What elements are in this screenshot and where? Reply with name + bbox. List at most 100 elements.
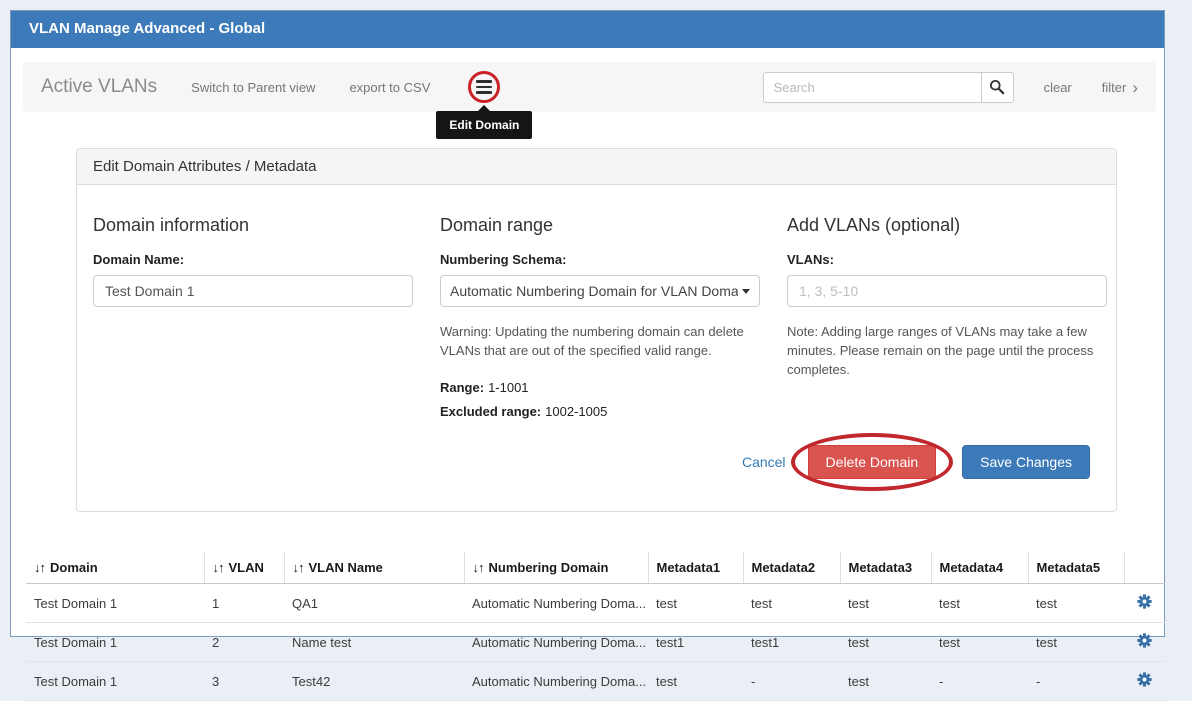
table-header-row: ↓↑ Domain ↓↑ VLAN ↓↑ VLAN Name ↓↑ Numbering …: [26, 552, 1165, 584]
range-block: Range: 1-1001 Excluded range: 1002-1005: [440, 379, 760, 421]
domain-name-field[interactable]: [93, 275, 413, 307]
sort-icon: ↓↑: [213, 560, 224, 575]
vlans-field[interactable]: [787, 275, 1107, 307]
excluded-range-line: Excluded range: 1002-1005: [440, 403, 760, 421]
column-header-numbering-domain[interactable]: ↓↑ Numbering Domain: [464, 552, 648, 584]
filter-label: filter: [1102, 80, 1127, 95]
range-line: Range: 1-1001: [440, 379, 760, 397]
cell-metadata5: -: [1028, 662, 1124, 701]
sort-icon: ↓↑: [473, 560, 484, 575]
export-to-csv-link[interactable]: export to CSV: [349, 80, 430, 95]
filter-link[interactable]: filter ›: [1102, 80, 1138, 95]
cell-metadata1: test: [648, 584, 743, 623]
vlan-table: ↓↑ Domain ↓↑ VLAN ↓↑ VLAN Name ↓↑ Numbering …: [26, 552, 1165, 701]
excluded-range-value: 1002-1005: [545, 404, 607, 419]
hamburger-menu-icon[interactable]: [468, 71, 500, 103]
edit-domain-tooltip: Edit Domain: [436, 111, 532, 139]
page-title: VLAN Manage Advanced - Global: [11, 11, 1164, 48]
domain-name-label: Domain Name:: [93, 252, 413, 267]
column-header-vlan-name[interactable]: ↓↑ VLAN Name: [284, 552, 464, 584]
add-vlans-heading: Add VLANs (optional): [787, 215, 1107, 236]
row-settings-gear-icon[interactable]: [1137, 672, 1152, 687]
search-input[interactable]: [763, 72, 981, 103]
tooltip-label: Edit Domain: [449, 118, 519, 132]
caret-down-icon: [742, 289, 750, 294]
edit-domain-panel-header: Edit Domain Attributes / Metadata: [77, 149, 1116, 185]
app-window: VLAN Manage Advanced - Global Active VLA…: [10, 10, 1165, 637]
domain-range-heading: Domain range: [440, 215, 760, 236]
column-header-metadata1: Metadata1: [648, 552, 743, 584]
numbering-domain-warning: Warning: Updating the numbering domain c…: [440, 323, 760, 361]
delete-domain-button[interactable]: Delete Domain: [808, 445, 937, 479]
cell-metadata4: test: [931, 584, 1028, 623]
panel-actions: Cancel Delete Domain Save Changes: [77, 421, 1116, 511]
edit-domain-panel-body: Domain information Domain Name: Domain r…: [77, 185, 1116, 421]
cell-vlan-name: Name test: [284, 623, 464, 662]
active-vlans-heading: Active VLANs: [41, 76, 157, 98]
delete-domain-wrap: Delete Domain: [808, 445, 937, 479]
cell-domain: Test Domain 1: [26, 623, 204, 662]
cell-metadata3: test: [840, 662, 931, 701]
cell-metadata5: test: [1028, 623, 1124, 662]
cell-vlan: 1: [204, 584, 284, 623]
column-label: Metadata3: [849, 560, 913, 575]
cell-metadata5: test: [1028, 584, 1124, 623]
search-icon: [989, 79, 1005, 95]
switch-to-parent-view-link[interactable]: Switch to Parent view: [191, 80, 315, 95]
cell-metadata4: -: [931, 662, 1028, 701]
column-label: VLAN Name: [309, 560, 383, 575]
numbering-schema-label: Numbering Schema:: [440, 252, 760, 267]
row-settings-gear-icon[interactable]: [1137, 594, 1152, 609]
column-header-metadata4: Metadata4: [931, 552, 1028, 584]
column-header-domain[interactable]: ↓↑ Domain: [26, 552, 204, 584]
domain-information-column: Domain information Domain Name:: [93, 209, 413, 421]
column-header-metadata2: Metadata2: [743, 552, 840, 584]
cell-metadata4: test: [931, 623, 1028, 662]
row-settings-gear-icon[interactable]: [1137, 633, 1152, 648]
column-header-metadata5: Metadata5: [1028, 552, 1124, 584]
cancel-link[interactable]: Cancel: [742, 454, 786, 470]
column-label: Domain: [50, 560, 98, 575]
column-header-metadata3: Metadata3: [840, 552, 931, 584]
column-label: VLAN: [229, 560, 264, 575]
domain-information-heading: Domain information: [93, 215, 413, 236]
cell-vlan-name: Test42: [284, 662, 464, 701]
add-vlans-column: Add VLANs (optional) VLANs: Note: Adding…: [787, 209, 1107, 421]
hamburger-bar: [476, 91, 492, 94]
edit-domain-panel: Edit Domain Attributes / Metadata Domain…: [76, 148, 1117, 512]
cell-metadata1: test1: [648, 623, 743, 662]
cell-numbering-domain: Automatic Numbering Doma...: [464, 662, 648, 701]
chevron-right-icon: ›: [1132, 78, 1138, 97]
column-header-vlan[interactable]: ↓↑ VLAN: [204, 552, 284, 584]
search-group: clear filter ›: [763, 72, 1138, 103]
cell-numbering-domain: Automatic Numbering Doma...: [464, 584, 648, 623]
search-button[interactable]: [981, 72, 1014, 103]
hamburger-bar: [476, 86, 492, 89]
table-row: Test Domain 1 3 Test42 Automatic Numberi…: [26, 662, 1165, 701]
range-label: Range:: [440, 380, 484, 395]
save-changes-button[interactable]: Save Changes: [962, 445, 1090, 479]
sort-icon: ↓↑: [34, 560, 45, 575]
cell-metadata1: test: [648, 662, 743, 701]
column-label: Numbering Domain: [489, 560, 609, 575]
table-row: Test Domain 1 1 QA1 Automatic Numbering …: [26, 584, 1165, 623]
column-label: Metadata1: [657, 560, 721, 575]
cell-domain: Test Domain 1: [26, 584, 204, 623]
cell-metadata2: test1: [743, 623, 840, 662]
numbering-schema-value: Automatic Numbering Domain for VLAN Doma: [450, 283, 738, 299]
numbering-schema-select[interactable]: Automatic Numbering Domain for VLAN Doma: [440, 275, 760, 307]
column-label: Metadata5: [1037, 560, 1101, 575]
cell-vlan-name: QA1: [284, 584, 464, 623]
cell-vlan: 3: [204, 662, 284, 701]
column-label: Metadata2: [752, 560, 816, 575]
cell-metadata3: test: [840, 584, 931, 623]
range-value: 1-1001: [488, 380, 528, 395]
sort-icon: ↓↑: [293, 560, 304, 575]
excluded-range-label: Excluded range:: [440, 404, 541, 419]
add-vlans-note: Note: Adding large ranges of VLANs may t…: [787, 323, 1107, 380]
cell-metadata2: -: [743, 662, 840, 701]
clear-link[interactable]: clear: [1044, 80, 1072, 95]
column-header-actions: [1124, 552, 1165, 584]
table-row: Test Domain 1 2 Name test Automatic Numb…: [26, 623, 1165, 662]
hamburger-bar: [476, 80, 492, 83]
